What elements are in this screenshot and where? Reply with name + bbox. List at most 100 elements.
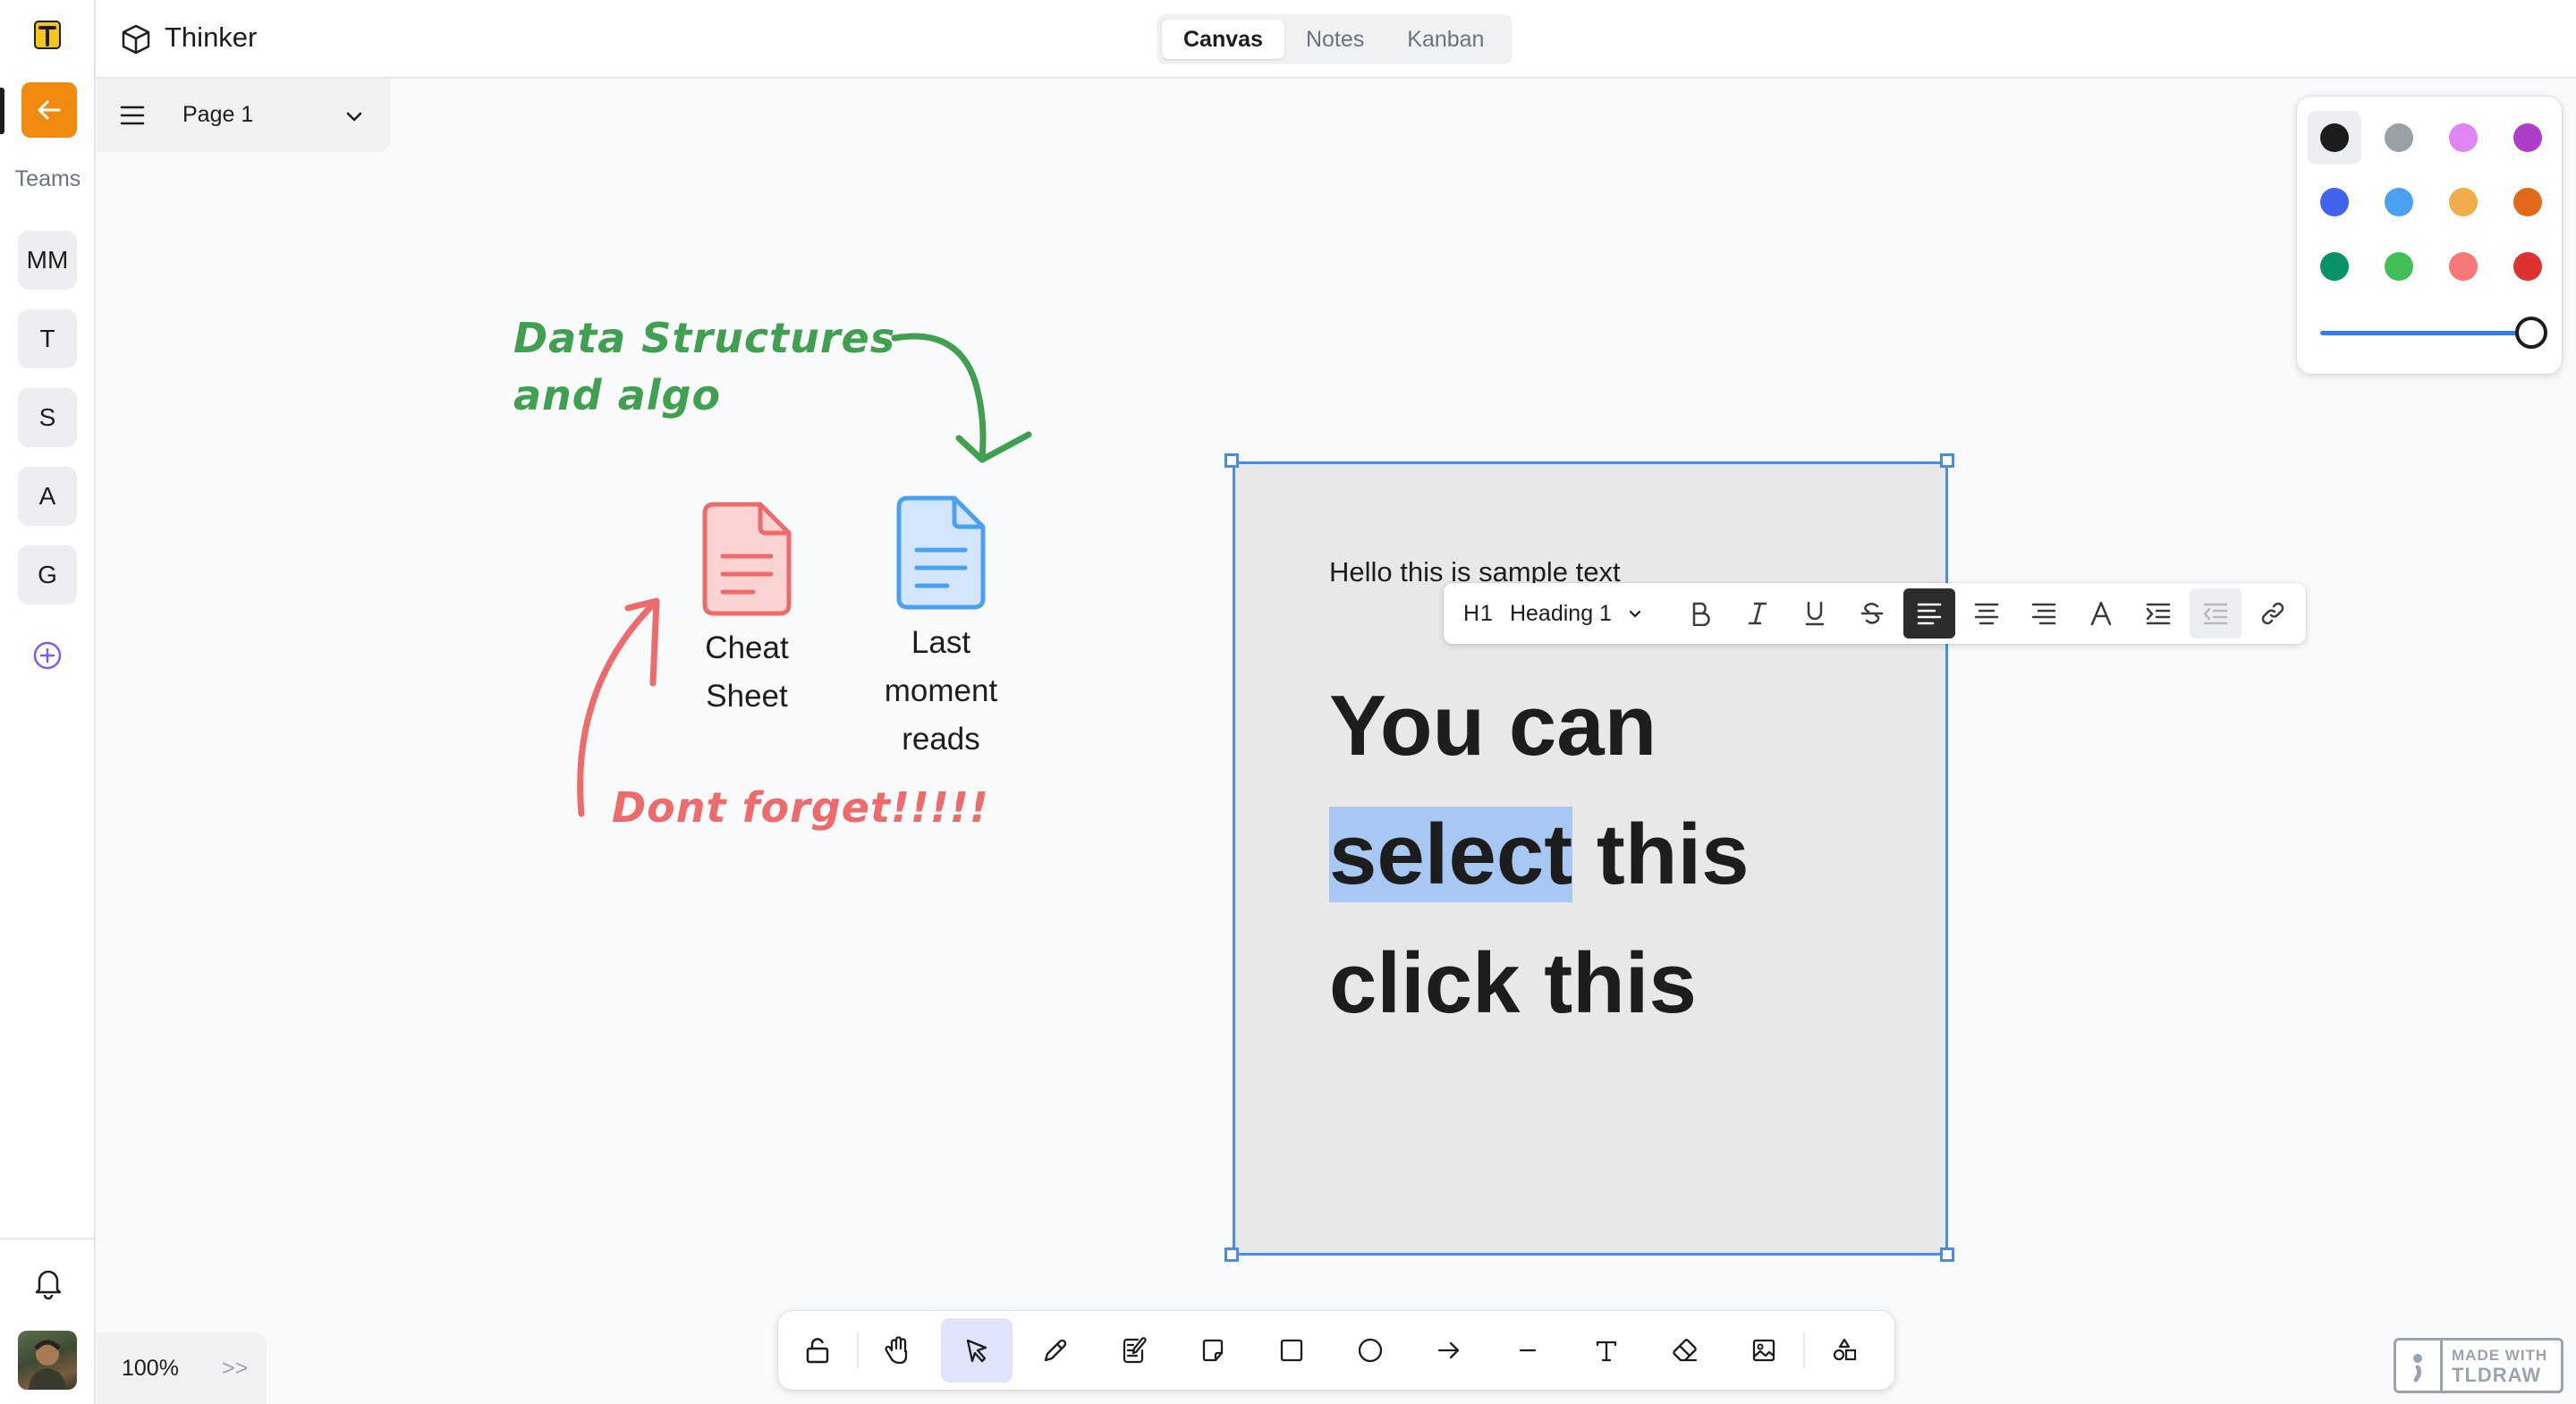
- back-button[interactable]: [21, 82, 77, 138]
- rectangle-icon: [1280, 1339, 1303, 1362]
- heading-line-1[interactable]: You can: [1329, 662, 1657, 791]
- align-left-button[interactable]: [1903, 588, 1955, 639]
- file-cheat-sheet-icon[interactable]: [698, 501, 796, 617]
- user-avatar[interactable]: [18, 1331, 77, 1390]
- chevron-down-icon[interactable]: [343, 106, 365, 127]
- heading-line-3[interactable]: click this: [1329, 919, 1697, 1048]
- tool-ellipse[interactable]: [1335, 1318, 1406, 1383]
- color-swatch-8[interactable]: [2501, 175, 2555, 229]
- tool-arrow[interactable]: [1413, 1318, 1485, 1383]
- outdent-button[interactable]: [2190, 588, 2241, 639]
- resize-handle-bottom-left[interactable]: [1224, 1248, 1239, 1262]
- cube-icon: [122, 24, 150, 55]
- size-slider-thumb[interactable]: [2515, 317, 2547, 349]
- file-last-moment-icon[interactable]: [892, 495, 990, 611]
- bold-icon: [1692, 602, 1710, 626]
- align-right-icon: [2031, 603, 2056, 625]
- italic-icon: [1748, 602, 1767, 625]
- tool-note[interactable]: [1177, 1318, 1249, 1383]
- teams-label: Teams: [14, 166, 81, 191]
- color-swatch-1[interactable]: [2308, 111, 2361, 165]
- resize-handle-bottom-right[interactable]: [1940, 1248, 1954, 1262]
- tool-draw[interactable]: [1020, 1318, 1091, 1383]
- tool-hand[interactable]: [862, 1318, 934, 1383]
- unlock-icon: [806, 1338, 829, 1364]
- tool-separator: [857, 1332, 859, 1368]
- color-swatch-3[interactable]: [2436, 111, 2490, 165]
- bell-icon[interactable]: [32, 1264, 64, 1300]
- expand-chevron-icon[interactable]: >>: [222, 1356, 248, 1382]
- tool-image[interactable]: [1728, 1318, 1800, 1383]
- tool-line[interactable]: [1492, 1318, 1563, 1383]
- text-color-button[interactable]: [2075, 588, 2127, 639]
- image-icon: [1752, 1339, 1775, 1362]
- color-dot: [2385, 123, 2413, 152]
- bold-button[interactable]: [1674, 588, 1726, 639]
- menu-icon[interactable]: [120, 104, 145, 127]
- align-center-button[interactable]: [1961, 588, 2012, 639]
- page-menu[interactable]: Page 1: [97, 79, 390, 152]
- made-with-tldraw-badge[interactable]: MADE WITH TLDRAW: [2394, 1338, 2563, 1393]
- heading-line-2[interactable]: select this: [1329, 791, 1750, 919]
- tool-rectangle[interactable]: [1256, 1318, 1327, 1383]
- align-left-icon: [1917, 603, 1942, 625]
- app-logo-icon[interactable]: [33, 20, 62, 54]
- team-button-g[interactable]: G: [18, 546, 77, 605]
- color-swatch-10[interactable]: [2372, 240, 2426, 293]
- text-icon: [1596, 1341, 1617, 1362]
- tool-eraser[interactable]: [1649, 1318, 1721, 1383]
- size-slider-track[interactable]: [2320, 331, 2535, 335]
- eraser-icon: [1673, 1339, 1698, 1362]
- style-panel: [2297, 97, 2562, 374]
- align-center-icon: [1974, 603, 1999, 625]
- team-button-t[interactable]: T: [18, 309, 77, 368]
- tab-canvas[interactable]: Canvas: [1162, 20, 1284, 59]
- resize-handle-top-right[interactable]: [1940, 453, 1954, 468]
- tab-kanban[interactable]: Kanban: [1385, 20, 1505, 59]
- color-swatch-12[interactable]: [2501, 240, 2555, 293]
- link-button[interactable]: [2247, 588, 2299, 639]
- strikethrough-icon: [1860, 603, 1884, 624]
- tldraw-text: MADE WITH TLDRAW: [2443, 1346, 2547, 1385]
- align-right-button[interactable]: [2018, 588, 2070, 639]
- color-dot: [2449, 123, 2478, 152]
- green-annotation[interactable]: Data Structures and algo: [513, 309, 895, 424]
- sidebar: Teams MM T S A G: [0, 0, 96, 1404]
- color-dot: [2513, 252, 2542, 281]
- team-button-s[interactable]: S: [18, 388, 77, 447]
- tab-notes[interactable]: Notes: [1284, 20, 1385, 59]
- color-swatch-9[interactable]: [2308, 240, 2361, 293]
- add-team-icon[interactable]: [30, 639, 64, 672]
- tool-shapes[interactable]: [1809, 1318, 1880, 1383]
- zoom-control[interactable]: 100% >>: [97, 1332, 267, 1404]
- color-swatch-11[interactable]: [2436, 240, 2490, 293]
- team-button-a[interactable]: A: [18, 467, 77, 526]
- underline-button[interactable]: [1789, 588, 1841, 639]
- strikethrough-button[interactable]: [1846, 588, 1898, 639]
- color-swatch-6[interactable]: [2372, 175, 2426, 229]
- tool-note-edit[interactable]: [1098, 1318, 1170, 1383]
- selected-text[interactable]: select: [1329, 807, 1573, 902]
- team-button-mm[interactable]: MM: [18, 231, 77, 290]
- zoom-value[interactable]: 100%: [122, 1356, 179, 1382]
- color-dot: [2449, 252, 2478, 281]
- color-swatch-5[interactable]: [2308, 175, 2361, 229]
- indent-button[interactable]: [2132, 588, 2184, 639]
- green-arrow-drawing[interactable]: [886, 327, 1038, 470]
- red-annotation[interactable]: Dont forget!!!!!: [612, 783, 989, 832]
- cursor-icon: [966, 1339, 987, 1363]
- heading-select[interactable]: H1 Heading 1: [1463, 596, 1644, 631]
- color-swatch-2[interactable]: [2372, 111, 2426, 165]
- color-swatch-4[interactable]: [2501, 111, 2555, 165]
- color-swatch-7[interactable]: [2436, 175, 2490, 229]
- tool-select[interactable]: [941, 1318, 1013, 1383]
- tool-text[interactable]: [1571, 1318, 1642, 1383]
- resize-handle-top-left[interactable]: [1224, 453, 1239, 468]
- text-color-icon: [2090, 601, 2112, 626]
- tool-lock[interactable]: [782, 1318, 853, 1383]
- color-dot: [2385, 252, 2413, 281]
- italic-button[interactable]: [1732, 588, 1784, 639]
- tool-separator: [1803, 1332, 1805, 1368]
- view-tabs: Canvas Notes Kanban: [1157, 14, 1513, 64]
- color-dot: [2513, 123, 2542, 152]
